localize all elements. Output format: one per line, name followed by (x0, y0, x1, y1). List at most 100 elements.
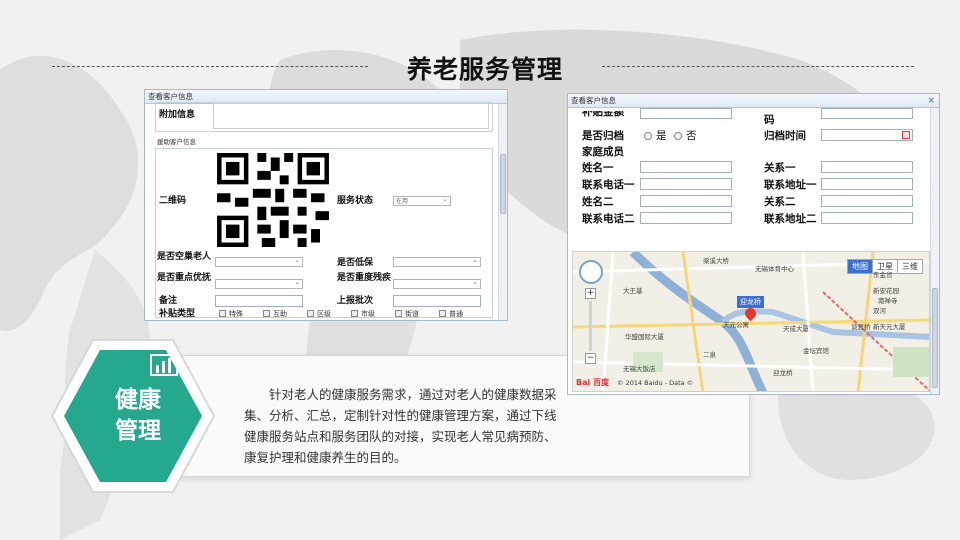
subsidy-option-checkbox[interactable] (439, 310, 446, 317)
service-status-select[interactable]: 在用 (393, 195, 451, 206)
map-place-label: 无锡体育中心 (755, 265, 794, 273)
subsidy-option-label: 区级 (317, 310, 331, 318)
window-1-scrollbar[interactable] (498, 104, 507, 320)
map-marker-label: 迎龙桥 (737, 296, 764, 308)
badge-title-line2: 管理 (115, 418, 161, 444)
customer-info-window-1: 查看客户信息 附加信息 援助客户信息 二维码 服务状态 在用 是否空巢老人 是否… (144, 89, 508, 321)
address2-input[interactable] (821, 212, 913, 224)
archived-no-label: 否 (686, 130, 697, 142)
description-text: 针对老人的健康服务需求，通过对老人的健康数据采集、分析、汇总，定制针对性的健康管… (244, 387, 557, 465)
window-2-scroll-thumb[interactable] (932, 288, 938, 388)
map-place-label: 大王基 (623, 287, 643, 295)
map-place-label: 天成大厦 (783, 325, 809, 333)
map-place-label: 双河 (873, 307, 886, 315)
code-label: 码 (764, 114, 775, 126)
address1-input[interactable] (821, 178, 913, 190)
map-place-label: 梁溪大桥 (703, 257, 729, 265)
title-divider-left (52, 66, 368, 67)
map-view[interactable]: + − 地图 卫星 三维 梁溪大桥 无锡体育中心 东金贸 大王基 新安花园 南禅寺 双河 华盟国际… (572, 251, 930, 392)
zoom-out-button[interactable]: − (585, 353, 596, 364)
low-income-select[interactable] (393, 256, 481, 267)
archived-yes-label: 是 (656, 130, 667, 142)
subsidy-option-checkbox[interactable] (395, 310, 402, 317)
map-tab[interactable]: 三维 (897, 259, 923, 274)
report-batch-label: 上报批次 (337, 296, 374, 306)
zoom-in-button[interactable]: + (585, 288, 596, 299)
map-place-label: 新天元大厦 (873, 323, 906, 331)
subsidy-option-checkbox[interactable] (263, 310, 270, 317)
subsidy-amount-input[interactable] (640, 108, 732, 119)
window-2-title-text: 查看客户信息 (571, 96, 616, 105)
priority-select[interactable] (215, 278, 303, 289)
close-icon[interactable]: × (927, 94, 935, 108)
empty-nest-label: 是否空巢老人 (157, 252, 212, 262)
window-2-title: 查看客户信息 × (568, 94, 939, 108)
page-title: 养老服务管理 (406, 55, 563, 84)
phone2-label: 联系电话二 (582, 213, 635, 225)
map-place-label: 金坛宾馆 (803, 347, 829, 355)
map-place-label: 新安花园 (873, 287, 899, 295)
badge-title: 健康 管理 (88, 385, 188, 447)
map-logo: Bai 百度 (576, 378, 610, 387)
badge-title-line1: 健康 (115, 387, 161, 413)
address1-label: 联系地址一 (764, 179, 817, 191)
qr-code (217, 153, 329, 247)
calendar-icon[interactable] (902, 131, 910, 139)
name2-label: 姓名二 (582, 196, 614, 208)
low-income-label: 是否低保 (337, 258, 374, 268)
subsidy-option-checkbox[interactable] (351, 310, 358, 317)
report-batch-input[interactable] (393, 295, 481, 307)
window-1-scroll-thumb[interactable] (500, 154, 506, 214)
map-place-label: 华盟国际大厦 (625, 333, 664, 341)
map-copyright: © 2014 Baidu - Data © (617, 379, 694, 387)
service-status-label: 服务状态 (337, 196, 374, 206)
archived-label: 是否归档 (582, 130, 624, 142)
subsidy-type-label: 补贴类型 (159, 309, 196, 319)
relation2-input[interactable] (821, 195, 913, 207)
extra-info-textarea[interactable] (213, 103, 489, 129)
map-pan-control[interactable] (579, 260, 603, 284)
archived-yes-radio[interactable] (644, 132, 652, 140)
phone2-input[interactable] (640, 212, 732, 224)
subsidy-option-checkbox[interactable] (307, 310, 314, 317)
phone1-label: 联系电话一 (582, 179, 635, 191)
address2-label: 联系地址二 (764, 213, 817, 225)
map-place-label: 迎龙桥 (773, 369, 793, 377)
name1-input[interactable] (640, 161, 732, 173)
name2-input[interactable] (640, 195, 732, 207)
map-place-label: 二泉 (703, 351, 716, 359)
archive-time-input[interactable] (821, 129, 913, 141)
relation2-label: 关系二 (764, 196, 796, 208)
title-row: 养老服务管理 (0, 48, 960, 88)
disability-select[interactable] (393, 278, 481, 289)
section-label: 援助客户信息 (157, 138, 196, 146)
extra-info-label: 附加信息 (159, 110, 196, 120)
zoom-slider[interactable] (589, 301, 592, 351)
code-input[interactable] (821, 108, 913, 119)
subsidy-option-label: 街道 (405, 310, 419, 318)
map-place-label: 谈渡桥 (851, 323, 871, 331)
map-place-label: 南禅寺 (878, 297, 898, 305)
subsidy-option-label: 普通 (449, 310, 463, 318)
name1-label: 姓名一 (582, 162, 614, 174)
subsidy-option-checkbox[interactable] (219, 310, 226, 317)
family-label: 家庭成员 (582, 146, 624, 158)
priority-label: 是否重点优抚 (157, 273, 212, 283)
empty-nest-select[interactable] (215, 256, 303, 267)
remark-label: 备注 (159, 296, 178, 306)
disability-label: 是否重度残疾 (337, 273, 392, 283)
remark-input[interactable] (215, 295, 303, 307)
archive-time-label: 归档时间 (764, 130, 806, 142)
title-divider-right (602, 66, 914, 67)
customer-info-window-2: 查看客户信息 × 补贴金额 码 是否归档 是 否 归档时间 家庭成员 姓名一 关… (567, 93, 940, 395)
window-2-scrollbar[interactable] (930, 108, 939, 394)
map-place-label: 东金贸 (873, 271, 893, 279)
map-place-label: 无锡大饭店 (623, 365, 656, 373)
phone1-input[interactable] (640, 178, 732, 190)
relation1-label: 关系一 (764, 162, 796, 174)
archived-no-radio[interactable] (674, 132, 682, 140)
relation1-input[interactable] (821, 161, 913, 173)
map-tab[interactable]: 地图 (847, 259, 873, 274)
qr-code-label: 二维码 (159, 196, 187, 206)
subsidy-option-label: 市级 (361, 310, 375, 318)
